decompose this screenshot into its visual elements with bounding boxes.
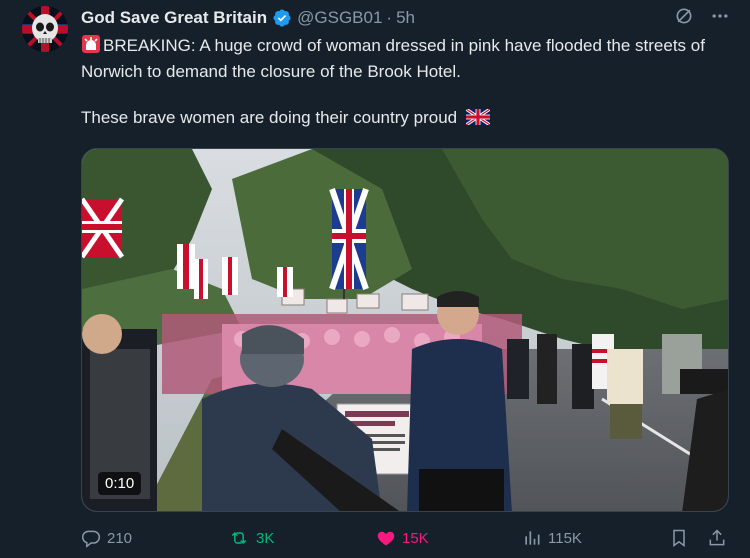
- siren-emoji-icon: [81, 34, 101, 60]
- heart-icon: [376, 528, 396, 548]
- author-name[interactable]: God Save Great Britain: [81, 8, 267, 28]
- skull-union-jack-avatar-icon: [22, 6, 68, 52]
- views-button[interactable]: 115K: [522, 528, 582, 548]
- verified-badge-icon: [272, 8, 292, 28]
- tweet-paragraph-1: BREAKING: A huge crowd of woman dressed …: [81, 34, 731, 83]
- like-count: 15K: [402, 529, 429, 547]
- bookmark-button[interactable]: [669, 528, 689, 548]
- separator-dot: ·: [386, 8, 393, 27]
- union-jack-flag-icon: [464, 107, 491, 131]
- protest-video-frame: [82, 149, 728, 511]
- bookmark-icon: [669, 528, 689, 548]
- views-count: 115K: [548, 529, 582, 547]
- more-icon[interactable]: [710, 6, 730, 31]
- avatar[interactable]: [22, 6, 68, 52]
- tweet-text-line-1: BREAKING: A huge crowd of woman dressed …: [81, 36, 705, 81]
- share-icon: [707, 528, 727, 548]
- tweet-time[interactable]: 5h: [396, 8, 415, 28]
- like-button[interactable]: 15K: [376, 528, 429, 548]
- author-handle[interactable]: @GSGB01: [297, 8, 382, 28]
- video-player[interactable]: 0:10: [81, 148, 729, 512]
- share-button[interactable]: [707, 528, 727, 548]
- retweet-button[interactable]: 3K: [228, 528, 274, 548]
- tweet-action-bar: 210 3K 15K 115K: [81, 528, 729, 554]
- grok-icon[interactable]: [674, 6, 694, 31]
- tweet-paragraph-2: These brave women are doing their countr…: [81, 106, 731, 131]
- tweet-header: God Save Great Britain @GSGB01 · 5h: [81, 6, 730, 30]
- reply-button[interactable]: 210: [81, 528, 132, 548]
- video-duration: 0:10: [98, 472, 142, 495]
- retweet-count: 3K: [256, 529, 275, 547]
- tweet-text: BREAKING: A huge crowd of woman dressed …: [81, 34, 731, 154]
- reply-icon: [81, 528, 101, 548]
- tweet-text-line-2: These brave women are doing their countr…: [81, 108, 458, 127]
- reply-count: 210: [107, 529, 133, 547]
- views-icon: [522, 528, 542, 548]
- retweet-icon: [228, 528, 250, 548]
